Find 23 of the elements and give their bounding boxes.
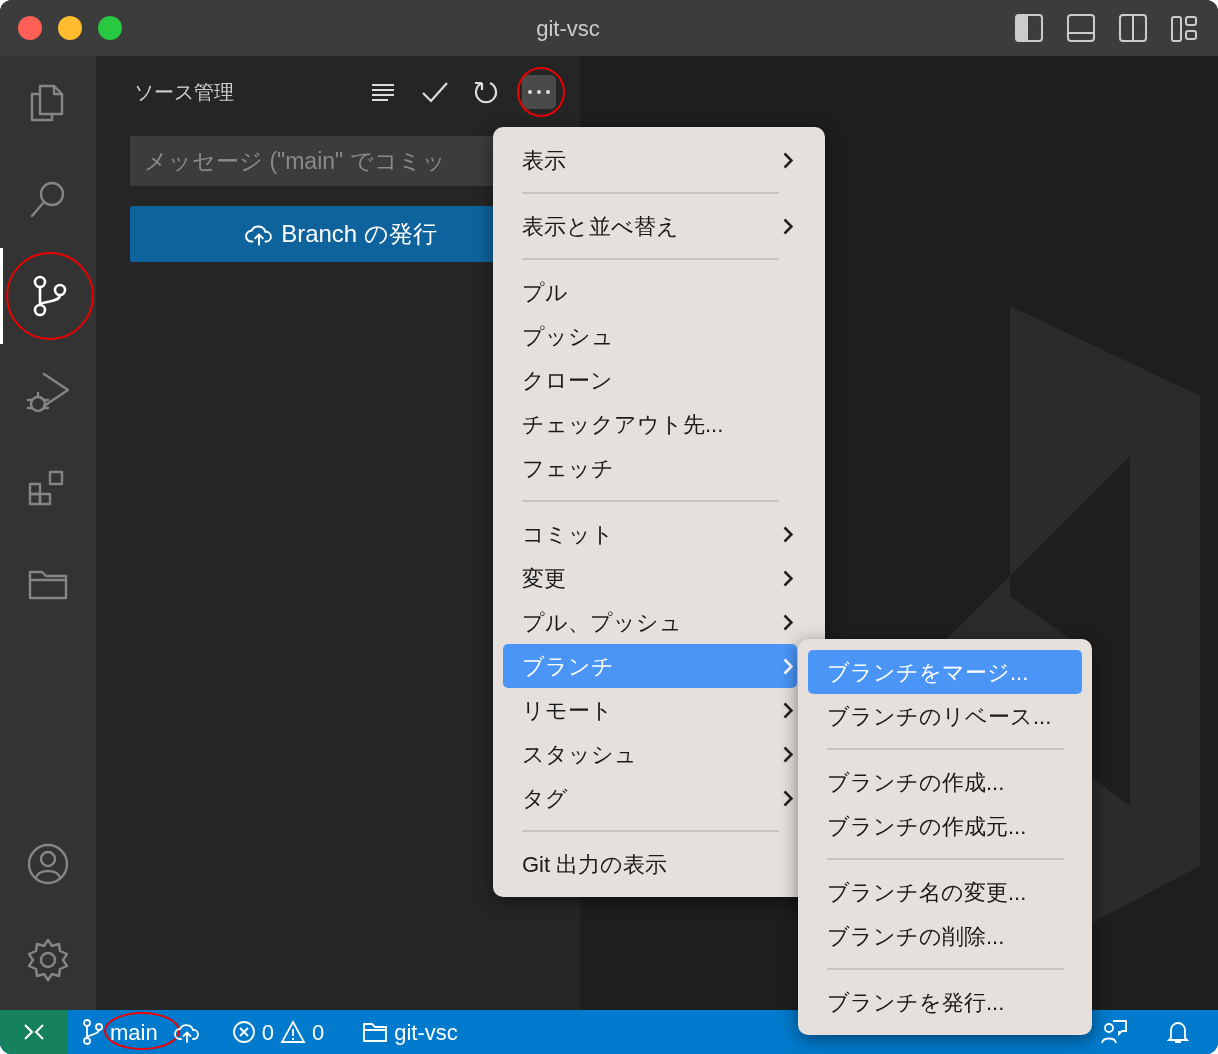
menu-item[interactable]: プル、プッシュ (503, 600, 797, 644)
menu-item[interactable]: Git 出力の表示 (503, 842, 797, 886)
menu-item[interactable]: ブランチを発行... (808, 980, 1082, 1024)
menu-item[interactable]: ブランチの作成元... (808, 804, 1082, 848)
menu-item[interactable]: プル (503, 270, 797, 314)
problems-status-item[interactable]: 0 0 (223, 1015, 333, 1049)
menu-item[interactable]: プッシュ (503, 314, 797, 358)
menu-item[interactable]: ブランチの作成... (808, 760, 1082, 804)
panel-title: ソース管理 (134, 80, 234, 105)
menu-item[interactable]: リモート (503, 688, 797, 732)
folder-status-item[interactable]: git-vsc (354, 1015, 466, 1049)
menu-item[interactable]: ブランチの削除... (808, 914, 1082, 958)
menu-item[interactable]: チェックアウト先... (503, 402, 797, 446)
branch-status-item[interactable]: main (74, 1015, 166, 1049)
menu-item[interactable]: コミット (503, 512, 797, 556)
menu-item[interactable]: ブランチ名の変更... (808, 870, 1082, 914)
menu-item[interactable]: タグ (503, 776, 797, 820)
menu-item[interactable]: 変更 (503, 556, 797, 600)
menu-item[interactable]: フェッチ (503, 446, 797, 490)
menu-item[interactable]: クローン (503, 358, 797, 402)
window-title: git-vsc (536, 15, 600, 41)
menu-item[interactable]: ブランチのリベース... (808, 694, 1082, 738)
menu-item[interactable]: スタッシュ (503, 732, 797, 776)
